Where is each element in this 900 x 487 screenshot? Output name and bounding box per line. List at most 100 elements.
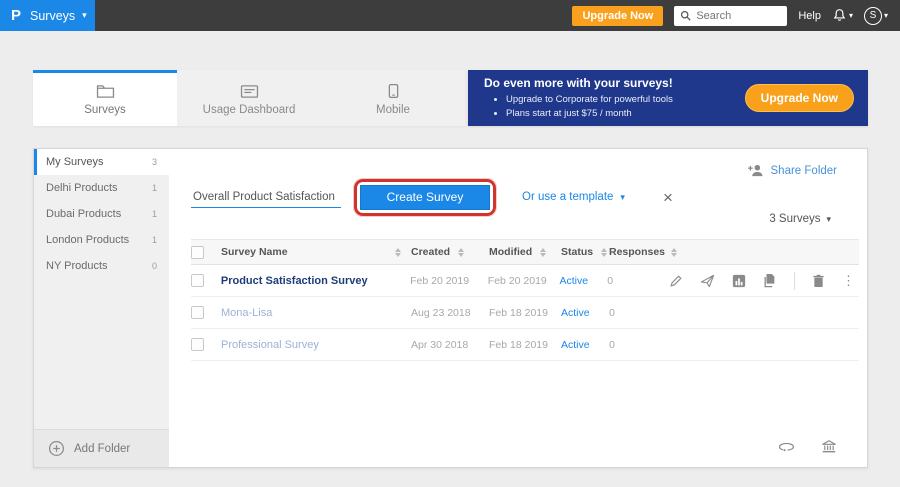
product-name: Surveys [30, 9, 75, 23]
tab-label: Usage Dashboard [203, 104, 296, 116]
survey-name-link[interactable]: Professional Survey [221, 339, 319, 351]
modified-date: Feb 20 2019 [488, 275, 547, 287]
row-checkbox[interactable] [191, 274, 204, 287]
content-footer-icons [778, 439, 837, 454]
folder-name: NY Products [46, 260, 108, 272]
row-checkbox[interactable] [191, 338, 204, 351]
folder-count: 3 [152, 157, 157, 167]
brand-product-switcher[interactable]: P Surveys ▾ [0, 0, 95, 31]
surveys-content: Share Folder Create Survey Or use a temp… [169, 149, 867, 467]
use-template-dropdown[interactable]: Or use a template ▾ [522, 191, 625, 203]
more-options-icon[interactable]: ⋮ [842, 277, 855, 285]
trash-archive-bank-icon[interactable] [821, 439, 837, 454]
surveys-count-label: 3 Surveys [769, 213, 820, 225]
close-icon[interactable]: × [663, 189, 673, 206]
divider [794, 272, 795, 290]
sort-icon[interactable] [540, 248, 546, 257]
folder-name: Delhi Products [46, 182, 118, 194]
share-folder-label: Share Folder [771, 165, 837, 177]
share-folder-button[interactable]: Share Folder [747, 164, 837, 177]
tab-label: Surveys [84, 104, 126, 116]
copy-duplicate-icon[interactable] [763, 273, 777, 288]
sidebar-item-dubai-products[interactable]: Dubai Products 1 [34, 201, 169, 227]
create-survey-row: Create Survey Or use a template ▾ × [191, 179, 673, 215]
table-row: Mona-Lisa Aug 23 2018 Feb 18 2019 Active… [191, 297, 859, 329]
primary-tabs: Surveys Usage Dashboard Mobile [33, 70, 465, 126]
create-survey-button[interactable]: Create Survey [360, 185, 490, 210]
surveys-count-dropdown[interactable]: 3 Surveys ▾ [769, 213, 831, 225]
edit-pencil-icon[interactable] [669, 274, 683, 288]
responses-count: 0 [609, 307, 615, 319]
tab-label: Mobile [376, 104, 410, 116]
search-icon [680, 10, 691, 21]
add-person-icon [747, 164, 764, 177]
status-badge: Active [561, 307, 590, 319]
sidebar-item-my-surveys[interactable]: My Surveys 3 [34, 149, 169, 175]
responses-count: 0 [609, 339, 615, 351]
row-checkbox[interactable] [191, 306, 204, 319]
survey-name-link[interactable]: Product Satisfaction Survey [221, 275, 368, 287]
notifications-menu[interactable]: ▾ [832, 8, 853, 23]
account-menu[interactable]: S ▾ [864, 7, 888, 25]
avatar: S [864, 7, 882, 25]
table-row: Product Satisfaction Survey Feb 20 2019 … [191, 265, 859, 297]
upgrade-now-button-banner[interactable]: Upgrade Now [745, 84, 854, 112]
folder-count: 1 [152, 183, 157, 193]
column-header-created: Created [411, 246, 450, 258]
delete-trash-icon[interactable] [812, 274, 825, 288]
new-survey-name-input[interactable] [191, 187, 341, 208]
select-all-checkbox[interactable] [191, 246, 204, 259]
survey-name-link[interactable]: Mona-Lisa [221, 307, 272, 319]
sort-icon[interactable] [671, 248, 677, 257]
created-date: Aug 23 2018 [411, 307, 471, 319]
folder-icon [96, 84, 115, 99]
folder-name: My Surveys [46, 156, 103, 168]
banner-bullet: Upgrade to Corporate for powerful tools [506, 93, 673, 107]
created-date: Apr 30 2018 [411, 339, 468, 351]
chevron-down-icon: ▾ [620, 192, 625, 203]
created-date: Feb 20 2019 [410, 275, 469, 287]
column-header-responses: Responses [609, 246, 665, 258]
folders-sidebar: My Surveys 3 Delhi Products 1 Dubai Prod… [34, 149, 169, 467]
analytics-chart-icon[interactable] [732, 274, 746, 288]
add-folder-button[interactable]: Add Folder [34, 429, 169, 467]
plus-circle-icon [48, 440, 65, 457]
column-header-modified: Modified [489, 246, 532, 258]
table-header-row: Survey Name Created Modified Status Resp… [191, 239, 859, 265]
folder-name: Dubai Products [46, 208, 121, 220]
sidebar-item-london-products[interactable]: London Products 1 [34, 227, 169, 253]
sort-icon[interactable] [458, 248, 464, 257]
banner-title: Do even more with your surveys! [484, 76, 673, 90]
sidebar-item-ny-products[interactable]: NY Products 0 [34, 253, 169, 279]
chevron-down-icon: ▾ [82, 10, 87, 21]
bell-icon [832, 8, 847, 23]
surveys-table: Survey Name Created Modified Status Resp… [191, 239, 859, 361]
column-header-survey-name: Survey Name [221, 246, 288, 258]
chevron-down-icon: ▾ [884, 11, 888, 20]
table-row: Professional Survey Apr 30 2018 Feb 18 2… [191, 329, 859, 361]
topbar-right-group: Upgrade Now Help ▾ S ▾ [572, 0, 900, 31]
help-link[interactable]: Help [798, 10, 821, 22]
sidebar-item-delhi-products[interactable]: Delhi Products 1 [34, 175, 169, 201]
dashboard-icon [240, 84, 259, 99]
tab-surveys[interactable]: Surveys [33, 70, 177, 126]
questionpro-logo-icon: P [11, 8, 21, 23]
upgrade-now-button-top[interactable]: Upgrade Now [572, 6, 663, 26]
column-header-status: Status [561, 246, 593, 258]
chevron-down-icon: ▾ [849, 11, 853, 20]
banner-text: Do even more with your surveys! Upgrade … [468, 76, 673, 121]
send-paper-plane-icon[interactable] [700, 274, 715, 288]
sort-icon[interactable] [395, 248, 401, 257]
restore-loop-icon[interactable] [778, 440, 795, 453]
sort-icon[interactable] [601, 248, 607, 257]
status-badge: Active [561, 339, 590, 351]
mobile-icon [388, 83, 399, 99]
folder-count: 0 [152, 261, 157, 271]
folder-count: 1 [152, 209, 157, 219]
tab-mobile[interactable]: Mobile [321, 70, 465, 126]
search-input[interactable] [696, 10, 776, 22]
tab-usage-dashboard[interactable]: Usage Dashboard [177, 70, 321, 126]
chevron-down-icon: ▾ [826, 214, 831, 225]
search-box[interactable] [674, 6, 787, 26]
responses-count: 0 [607, 275, 613, 287]
